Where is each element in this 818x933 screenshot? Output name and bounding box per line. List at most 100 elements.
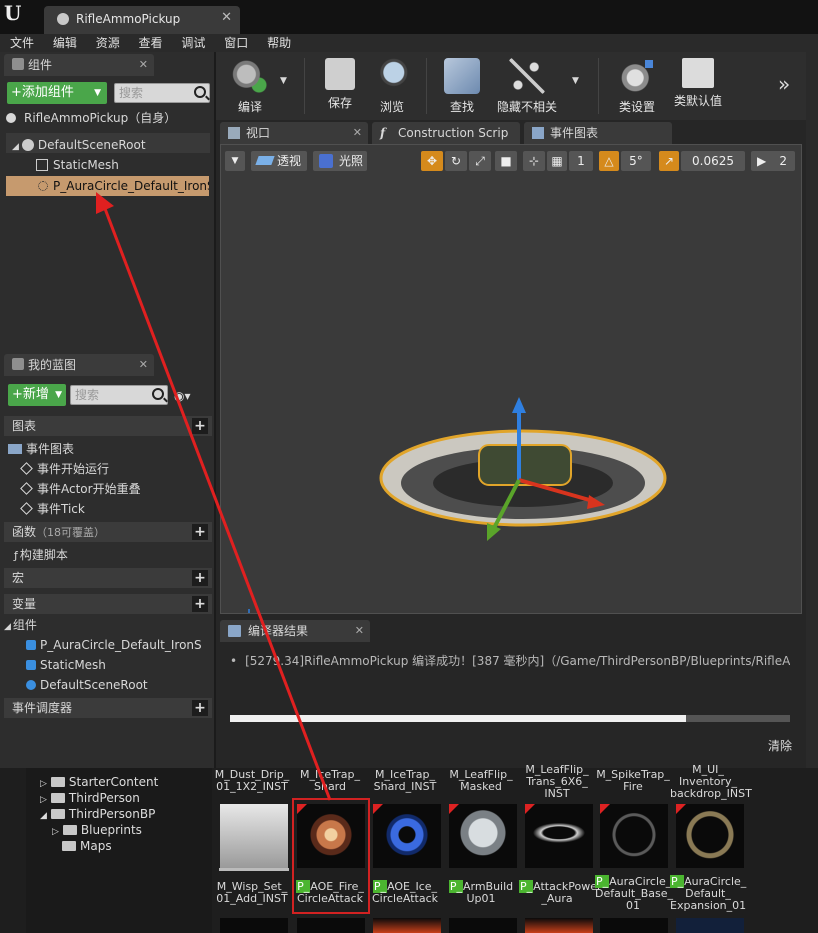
asset-label[interactable]: P_AttackPower _Aura (519, 880, 602, 905)
component-var-label: DefaultSceneRoot (40, 678, 148, 692)
menu-edit[interactable]: 编辑 (53, 34, 77, 52)
chevron-down-icon[interactable]: ▼ (280, 76, 287, 86)
add-graph-button[interactable]: + (192, 418, 208, 434)
toolbar-overflow-icon[interactable]: » (778, 72, 790, 96)
add-macro-button[interactable]: + (192, 570, 208, 586)
asset-thumbnail-next[interactable] (297, 918, 365, 933)
close-icon[interactable]: ✕ (221, 10, 232, 25)
tab-construction-script[interactable]: f Construction Scrip (372, 122, 520, 144)
close-icon[interactable]: ✕ (353, 122, 362, 144)
close-icon[interactable]: ✕ (139, 354, 148, 376)
section-functions[interactable]: 函数（18可覆盖） + (4, 522, 212, 542)
tab-viewport[interactable]: 视口 ✕ (220, 122, 368, 144)
asset-thumbnail-next[interactable] (449, 918, 517, 933)
event-actor-begin-overlap[interactable]: 事件Actor开始重叠 (20, 480, 141, 498)
add-function-button[interactable]: + (192, 524, 208, 540)
tab-event-graph[interactable]: 事件图表 (524, 122, 672, 144)
asset-label[interactable]: M_Dust_Drip_ 01_1X2_INST (214, 769, 290, 793)
asset-thumbnail-next[interactable] (220, 918, 288, 933)
component-var-label: P_AuraCircle_Default_IronS (40, 638, 202, 652)
section-graphs[interactable]: 图表 + (4, 416, 212, 436)
save-button[interactable]: 保存 (318, 56, 362, 116)
asset-label[interactable]: M_SpikeTrap_ Fire (595, 769, 671, 793)
chevron-down-icon: ▼ (94, 88, 101, 98)
asset-thumbnail-auracircle-base[interactable] (600, 804, 668, 868)
folder-label: ThirdPersonBP (68, 807, 156, 821)
close-icon[interactable]: ✕ (355, 620, 364, 642)
find-label: 查找 (449, 100, 474, 114)
folder-maps[interactable]: Maps (62, 838, 112, 854)
asset-label[interactable]: P_AOE_Ice_ CircleAttack (367, 880, 443, 905)
event-graph-item[interactable]: 事件图表 (8, 440, 74, 458)
find-button[interactable]: 查找 (440, 56, 484, 116)
component-var-staticmesh[interactable]: StaticMesh (26, 656, 106, 674)
asset-thumbnail-armbuild[interactable] (449, 804, 517, 868)
event-begin-play[interactable]: 事件开始运行 (20, 460, 109, 478)
event-tick[interactable]: 事件Tick (20, 500, 85, 518)
horizontal-scrollbar[interactable] (230, 715, 790, 722)
component-var-defaultsceneroot[interactable]: DefaultSceneRoot (26, 676, 148, 694)
asset-thumbnail-next[interactable] (600, 918, 668, 933)
asset-label[interactable]: M_LeafFlip_ Masked (443, 769, 519, 793)
blueprint-search-input[interactable]: 搜索 (70, 385, 168, 405)
asset-label[interactable]: M_UI_ Inventory_ backdrop_INST (670, 764, 752, 800)
self-row[interactable]: RifleAmmoPickup（自身） (6, 108, 206, 128)
new-button[interactable]: +新增 ▼ (8, 384, 66, 406)
clear-button[interactable]: 清除 (768, 737, 792, 754)
components-subheader[interactable]: ◢ 组件 (4, 616, 37, 636)
asset-thumbnail-next[interactable] (525, 918, 593, 933)
construction-script-item[interactable]: ƒ 构建脚本 (14, 546, 68, 565)
asset-label-selected[interactable]: P_AOE_Fire_ CircleAttack (292, 880, 368, 905)
hide-unrelated-button[interactable]: 隐藏不相关 (494, 56, 560, 116)
class-settings-button[interactable]: 类设置 (612, 56, 662, 116)
asset-label[interactable]: P_ArmBuild Up01 (443, 880, 519, 905)
add-dispatcher-button[interactable]: + (192, 700, 208, 716)
tab-components[interactable]: 组件 ✕ (4, 54, 154, 76)
add-variable-button[interactable]: + (192, 596, 208, 612)
asset-label[interactable]: M_IceTrap_ Shard (292, 769, 368, 793)
component-search-input[interactable]: 搜索 (114, 83, 210, 103)
compile-button[interactable]: 编译 (224, 56, 276, 116)
menu-debug[interactable]: 调试 (181, 34, 205, 52)
tab-compiler-results[interactable]: 编译器结果 ✕ (220, 620, 370, 642)
browse-button[interactable]: 浏览 (370, 56, 414, 116)
menu-asset[interactable]: 资源 (96, 34, 120, 52)
tree-item-defaultsceneroot[interactable]: ◢ DefaultSceneRoot (12, 135, 208, 155)
section-macros-label: 宏 (12, 571, 25, 585)
eye-icon[interactable]: ◉▾ (174, 389, 191, 403)
close-icon[interactable]: ✕ (139, 54, 148, 76)
scrollbar-thumb[interactable] (230, 715, 686, 722)
section-event-dispatchers[interactable]: 事件调度器 + (4, 698, 212, 718)
asset-thumbnail-ice-circle[interactable] (373, 804, 441, 868)
section-variables[interactable]: 变量 + (4, 594, 212, 614)
menu-help[interactable]: 帮助 (267, 34, 291, 52)
asset-thumbnail-next[interactable] (676, 918, 744, 933)
add-component-button[interactable]: +添加组件 ▼ (7, 82, 107, 104)
blueprint-icon (57, 13, 69, 25)
class-defaults-button[interactable]: 类默认值 (668, 56, 728, 116)
asset-label[interactable]: M_Wisp_Set_ 01_Add_INST (214, 881, 290, 905)
asset-label[interactable]: P_AuraCircle_ Default_Base_ 01 (595, 875, 673, 912)
add-component-label: +添加组件 (11, 85, 74, 100)
component-var-label: StaticMesh (40, 658, 106, 672)
document-tab[interactable]: RifleAmmoPickup ✕ (44, 6, 240, 34)
menu-file[interactable]: 文件 (10, 34, 34, 52)
asset-label[interactable]: P_AuraCircle_ Default_ Expansion_01 (670, 875, 746, 912)
tree-item-staticmesh[interactable]: StaticMesh (36, 155, 208, 175)
tab-my-blueprint[interactable]: 我的蓝图 ✕ (4, 354, 154, 376)
asset-label[interactable]: M_IceTrap_ Shard_INST (367, 769, 443, 793)
asset-thumbnail-next[interactable] (373, 918, 441, 933)
asset-thumbnail-attackpower[interactable] (525, 804, 593, 868)
asset-label[interactable]: M_LeafFlip_ Trans_6X6_ INST (519, 764, 595, 800)
asset-thumbnail-auracircle-expansion[interactable] (676, 804, 744, 868)
viewport[interactable]: ▼ 透视 光照 ✥ ↻ ⤢ ■ ⊹ ▦ 1 △ 5° ↗ 0.0625 ▶ 2 (220, 144, 802, 614)
menu-view[interactable]: 查看 (139, 34, 163, 52)
component-var-particle[interactable]: P_AuraCircle_Default_IronS (26, 636, 202, 654)
section-macros[interactable]: 宏 + (4, 568, 212, 588)
chevron-down-icon[interactable]: ▼ (572, 76, 579, 86)
asset-thumbnail-wisp[interactable] (220, 804, 288, 868)
menu-window[interactable]: 窗口 (224, 34, 248, 52)
tree-item-particle-system[interactable]: P_AuraCircle_Default_IronSki (6, 176, 209, 196)
gizmo-z-arrow (512, 397, 526, 413)
folder-icon (50, 777, 65, 787)
